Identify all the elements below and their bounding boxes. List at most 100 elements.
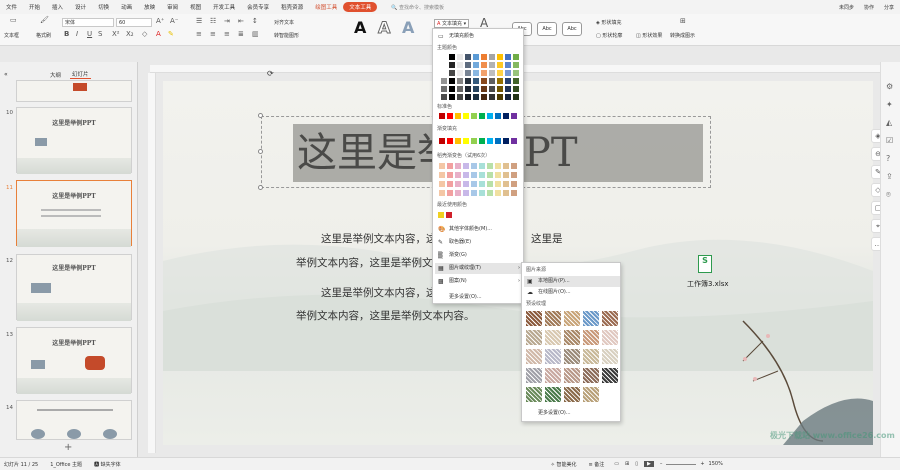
texture-swatch[interactable] xyxy=(583,387,599,402)
zoom-out-icon[interactable]: – xyxy=(660,461,663,467)
theme-color-swatch[interactable] xyxy=(441,70,447,76)
view-normal-icon[interactable]: ▭ xyxy=(614,461,619,467)
texture-swatch[interactable] xyxy=(583,368,599,383)
gradient-preset-swatch[interactable] xyxy=(455,163,461,169)
standard-color-swatch[interactable] xyxy=(439,113,445,119)
gradient-preset-swatch[interactable] xyxy=(487,181,493,187)
animation-icon[interactable]: ✦ xyxy=(886,100,893,109)
menu-text-tools[interactable]: 文本工具 xyxy=(343,2,378,12)
theme-color-swatch[interactable] xyxy=(441,86,447,92)
theme-color-swatch[interactable] xyxy=(497,94,503,100)
collapse-pane-icon[interactable]: « xyxy=(4,71,8,78)
texture-swatch[interactable] xyxy=(583,330,599,345)
eyedropper-item[interactable]: ✎ 取色器(E) xyxy=(435,237,523,248)
gradient-preset-swatch[interactable] xyxy=(503,163,509,169)
view-reading-icon[interactable]: ▯ xyxy=(635,461,638,467)
texture-swatch[interactable] xyxy=(602,349,618,364)
gradient-preset-swatch[interactable] xyxy=(479,190,485,196)
resize-handle[interactable] xyxy=(258,185,263,190)
theme-color-swatch[interactable] xyxy=(457,94,463,100)
menu-drawing-tools[interactable]: 绘图工具 xyxy=(309,3,343,11)
standard-color-swatch[interactable] xyxy=(487,113,493,119)
gradient-swatch[interactable] xyxy=(503,138,509,144)
theme-color-swatch[interactable] xyxy=(465,94,471,100)
gradient-swatch[interactable] xyxy=(487,138,493,144)
local-picture-item[interactable]: ▣ 本地图片(P)... xyxy=(524,276,620,287)
view-grid-icon[interactable]: ⊞ xyxy=(625,461,629,467)
texture-swatch[interactable] xyxy=(564,349,580,364)
gradient-swatch[interactable] xyxy=(447,138,453,144)
theme-color-swatch[interactable] xyxy=(449,70,455,76)
superscript-icon[interactable]: X² xyxy=(112,30,120,38)
theme-color-swatch[interactable] xyxy=(473,78,479,84)
shape-outline-button[interactable]: ▢ 形状轮廓 xyxy=(596,32,622,39)
strikethrough-icon[interactable]: S xyxy=(98,30,102,38)
missing-font-button[interactable]: 🅰 缺失字体 xyxy=(94,461,121,468)
gradient-preset-swatch[interactable] xyxy=(487,190,493,196)
theme-color-swatch[interactable] xyxy=(513,94,519,100)
gradient-preset-swatch[interactable] xyxy=(487,172,493,178)
gradient-preset-swatch[interactable] xyxy=(455,190,461,196)
theme-color-swatch[interactable] xyxy=(513,86,519,92)
gradient-swatch[interactable] xyxy=(495,138,501,144)
theme-color-swatch[interactable] xyxy=(473,62,479,68)
texture-swatch[interactable] xyxy=(545,387,561,402)
gradient-preset-swatch[interactable] xyxy=(471,181,477,187)
gradient-item[interactable]: ▒ 渐变(G) xyxy=(435,250,523,261)
texture-swatch[interactable] xyxy=(526,349,542,364)
theme-color-swatch[interactable] xyxy=(465,78,471,84)
tab-slides[interactable]: 幻灯片 xyxy=(70,70,91,79)
gradient-preset-swatch[interactable] xyxy=(479,163,485,169)
menu-home[interactable]: 开始 xyxy=(23,3,46,11)
theme-color-swatch[interactable] xyxy=(449,94,455,100)
tab-outline[interactable]: 大纲 xyxy=(50,71,61,79)
theme-color-swatch[interactable] xyxy=(513,78,519,84)
settings-icon[interactable]: ⚙ xyxy=(886,82,893,91)
texture-swatch[interactable] xyxy=(526,387,542,402)
text-fill-button[interactable]: A 文本填充 ▾ xyxy=(434,19,470,28)
play-icon[interactable]: ▶ xyxy=(643,461,654,467)
slide-thumb-selected[interactable]: 这里是举例PPT xyxy=(16,180,132,247)
theme-color-swatch[interactable] xyxy=(473,94,479,100)
menu-transition[interactable]: 切换 xyxy=(92,3,115,11)
menu-animation[interactable]: 动画 xyxy=(115,3,138,11)
theme-color-swatch[interactable] xyxy=(513,70,519,76)
theme-color-swatch[interactable] xyxy=(457,62,463,68)
font-name-select[interactable]: 宋体 xyxy=(62,18,114,27)
texture-swatch[interactable] xyxy=(545,349,561,364)
theme-color-swatch[interactable] xyxy=(465,70,471,76)
theme-color-swatch[interactable] xyxy=(441,94,447,100)
standard-color-swatch[interactable] xyxy=(511,113,517,119)
menu-slideshow[interactable]: 放映 xyxy=(138,3,161,11)
theme-color-swatch[interactable] xyxy=(457,78,463,84)
more-font-color-item[interactable]: 🎨 其他字体颜色(M)... xyxy=(435,224,523,235)
texture-swatch[interactable] xyxy=(602,311,618,326)
gradient-preset-swatch[interactable] xyxy=(455,172,461,178)
more-settings-item[interactable]: 更多设置(O)... xyxy=(435,292,523,303)
theme-color-swatch[interactable] xyxy=(473,70,479,76)
gradient-preset-swatch[interactable] xyxy=(455,181,461,187)
gradient-preset-swatch[interactable] xyxy=(495,190,501,196)
gradient-preset-swatch[interactable] xyxy=(439,172,445,178)
rotate-handle[interactable]: ⟳ xyxy=(267,69,274,78)
theme-color-swatch[interactable] xyxy=(489,86,495,92)
recent-color-swatch[interactable] xyxy=(438,212,444,218)
gradient-preset-swatch[interactable] xyxy=(463,163,469,169)
command-search[interactable]: 🔍 查找命令、搜索模板 xyxy=(391,4,444,11)
align-right-icon[interactable]: ≡ xyxy=(224,30,230,38)
notes-button[interactable]: ≡ 备注 xyxy=(588,461,604,468)
theme-color-swatch[interactable] xyxy=(489,54,495,60)
texture-swatch[interactable] xyxy=(564,368,580,383)
gradient-row[interactable] xyxy=(437,137,521,147)
task-icon[interactable]: ☑ xyxy=(886,136,893,145)
theme-color-swatch[interactable] xyxy=(449,86,455,92)
standard-color-swatch[interactable] xyxy=(471,113,477,119)
format-brush-button[interactable]: 格式刷 xyxy=(36,32,51,39)
italic-icon[interactable]: I xyxy=(76,30,78,38)
gradient-preset-swatch[interactable] xyxy=(479,181,485,187)
slide-thumb[interactable] xyxy=(16,400,132,440)
menu-view[interactable]: 视图 xyxy=(184,3,207,11)
shape-style-3[interactable]: Abc xyxy=(562,22,582,36)
sync-status[interactable]: 未同步 xyxy=(839,4,854,11)
theme-color-swatch[interactable] xyxy=(481,70,487,76)
